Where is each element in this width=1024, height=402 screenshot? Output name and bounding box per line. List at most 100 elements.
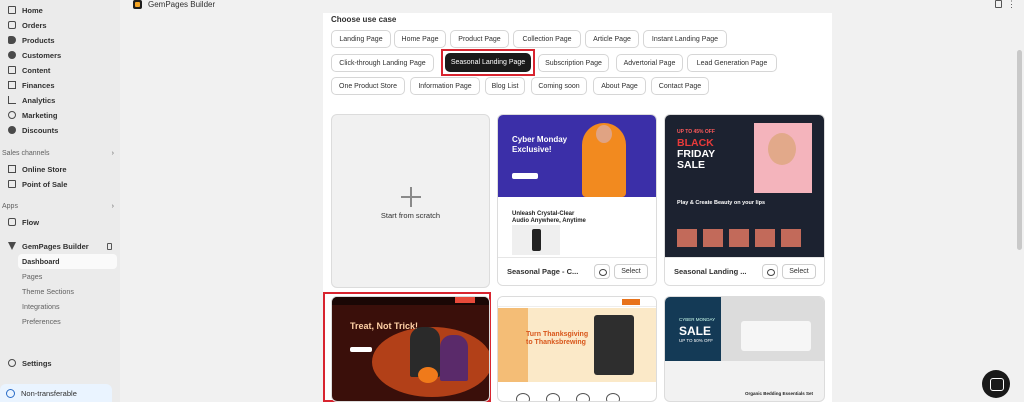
chip-about-page[interactable]: About Page: [593, 77, 646, 95]
start-from-scratch-card[interactable]: Start from scratch: [331, 114, 490, 288]
sidebar-sub-integrations[interactable]: Integrations: [22, 299, 60, 313]
app-title: GemPages Builder: [148, 0, 216, 9]
chevron-right-icon: ›: [111, 150, 114, 157]
select-button[interactable]: Select: [782, 264, 816, 279]
template-card[interactable]: UP TO 45% OFF BLACK FRIDAY SALE Play & Cre…: [664, 114, 825, 286]
target-icon: [8, 111, 16, 119]
sidebar-sub-dashboard[interactable]: Dashboard: [22, 254, 60, 268]
chip-advertorial-page[interactable]: Advertorial Page: [616, 54, 683, 72]
chevron-right-icon: ›: [111, 203, 114, 210]
sidebar-item-label: Marketing: [22, 110, 58, 120]
home-icon: [8, 6, 16, 14]
sidebar-sub-theme-sections[interactable]: Theme Sections: [22, 284, 74, 298]
template-card[interactable]: Cyber Monday Exclusive! Unleash Crystal-…: [497, 114, 657, 286]
sidebar-item-gempages[interactable]: GemPages Builder: [8, 239, 116, 253]
chat-icon[interactable]: [982, 370, 1010, 398]
sidebar-item-home[interactable]: Home: [8, 3, 43, 17]
scrollbar[interactable]: [1017, 50, 1022, 250]
chip-contact-page[interactable]: Contact Page: [651, 77, 709, 95]
sales-channels-header[interactable]: Sales channels ›: [2, 150, 114, 157]
chip-collection-page[interactable]: Collection Page: [513, 30, 581, 48]
sidebar-item-label: Flow: [22, 217, 40, 227]
chip-coming-soon[interactable]: Coming soon: [531, 77, 587, 95]
sidebar-item-label: GemPages Builder: [22, 241, 89, 251]
template-panel: Choose use case Landing Page Home Page P…: [323, 13, 832, 402]
thumb-feature-icon: [606, 393, 620, 401]
chip-article-page[interactable]: Article Page: [585, 30, 639, 48]
choose-use-case-heading: Choose use case: [331, 15, 397, 24]
bank-icon: [8, 81, 16, 89]
template-card[interactable]: Turn Thanksgiving to Thanksbrewing: [497, 296, 657, 402]
chip-landing-page[interactable]: Landing Page: [331, 30, 391, 48]
thumb-hero: [498, 115, 656, 197]
apps-header[interactable]: Apps ›: [2, 203, 114, 210]
thumb-product: [677, 229, 697, 247]
non-transferable-banner[interactable]: Non-transferable: [0, 384, 112, 402]
thumb-model: [440, 335, 468, 381]
sidebar-item-discounts[interactable]: Discounts: [8, 123, 58, 137]
sidebar-item-marketing[interactable]: Marketing: [8, 108, 57, 122]
sidebar-item-point-of-sale[interactable]: Point of Sale: [8, 177, 67, 191]
sidebar-sub-label: Preferences: [22, 316, 61, 326]
sidebar-item-orders[interactable]: Orders: [8, 18, 47, 32]
discount-icon: [8, 126, 16, 134]
sidebar-item-label: Content: [22, 65, 51, 75]
sidebar-sub-label: Pages: [22, 271, 43, 281]
template-thumbnail: Cyber Monday Exclusive! Unleash Crystal-…: [498, 115, 656, 259]
sidebar-item-online-store[interactable]: Online Store: [8, 162, 67, 176]
more-icon[interactable]: ⋮: [1007, 0, 1016, 9]
sidebar-item-finances[interactable]: Finances: [8, 78, 55, 92]
template-card[interactable]: CYBER MONDAY SALE UP TO 50% OFF Organic …: [664, 296, 825, 402]
thumb-subtext: Play & Create Beauty on your lips: [677, 200, 766, 206]
sidebar-item-products[interactable]: Products: [8, 33, 55, 47]
preview-eye-icon[interactable]: [762, 264, 778, 279]
sidebar-item-label: Online Store: [22, 164, 67, 174]
chip-instant-landing-page[interactable]: Instant Landing Page: [643, 30, 727, 48]
content-icon: [8, 66, 16, 74]
preview-eye-icon[interactable]: [594, 264, 610, 279]
app-bar: GemPages Builder ⋮: [120, 0, 1024, 13]
tag-icon: [8, 36, 16, 44]
sidebar-sub-preferences[interactable]: Preferences: [22, 314, 61, 328]
sidebar-item-label: Settings: [22, 358, 52, 368]
chip-information-page[interactable]: Information Page: [410, 77, 480, 95]
sidebar-sub-pages[interactable]: Pages: [22, 269, 42, 283]
chip-click-through-landing-page[interactable]: Click-through Landing Page: [331, 54, 434, 72]
sidebar-sub-label: Dashboard: [22, 256, 60, 266]
sidebar-item-analytics[interactable]: Analytics: [8, 93, 55, 107]
chip-product-page[interactable]: Product Page: [450, 30, 509, 48]
chip-blog-list[interactable]: Blog List: [485, 77, 525, 95]
pin-icon[interactable]: [995, 0, 1002, 8]
thumb-hero-text: BLACK FRIDAY SALE: [677, 138, 737, 171]
card-footer: Seasonal Page - C... Select: [498, 257, 656, 285]
sidebar-item-customers[interactable]: Customers: [8, 48, 61, 62]
pumpkin-icon: [418, 367, 438, 383]
chip-lead-generation-page[interactable]: Lead Generation Page: [687, 54, 777, 72]
chip-seasonal-landing-page[interactable]: Seasonal Landing Page: [445, 53, 531, 72]
select-button[interactable]: Select: [614, 264, 648, 279]
sidebar-item-flow[interactable]: Flow: [8, 215, 39, 229]
sidebar-item-label: Discounts: [22, 125, 59, 135]
template-name: Seasonal Page - C...: [507, 267, 579, 276]
flow-icon: [8, 218, 16, 226]
sidebar-item-settings[interactable]: Settings: [8, 356, 52, 370]
info-icon: [6, 388, 15, 398]
sidebar-item-content[interactable]: Content: [8, 63, 50, 77]
template-card[interactable]: Treat, Not Trick!: [331, 296, 490, 402]
thumb-button: [455, 297, 475, 303]
pin-icon[interactable]: [107, 242, 112, 250]
thumb-hero-sale: SALE: [677, 159, 706, 171]
chip-one-product-store[interactable]: One Product Store: [331, 77, 405, 95]
sidebar-item-label: Point of Sale: [22, 179, 68, 189]
thumb-product: [729, 229, 749, 247]
thumb-feature-icon: [546, 393, 560, 401]
chip-home-page[interactable]: Home Page: [394, 30, 446, 48]
thumb-hero-text: Turn Thanksgiving to Thanksbrewing: [526, 331, 589, 346]
thumb-product: [781, 229, 801, 247]
thumb-subtext: Unleash Crystal-Clear Audio Anywhere, An…: [512, 211, 586, 224]
thumb-leaves: [498, 308, 528, 382]
sidebar-item-label: Products: [22, 35, 55, 45]
thumb-product: [512, 225, 560, 255]
chip-subscription-page[interactable]: Subscription Page: [538, 54, 609, 72]
sidebar-item-label: Analytics: [22, 95, 56, 105]
